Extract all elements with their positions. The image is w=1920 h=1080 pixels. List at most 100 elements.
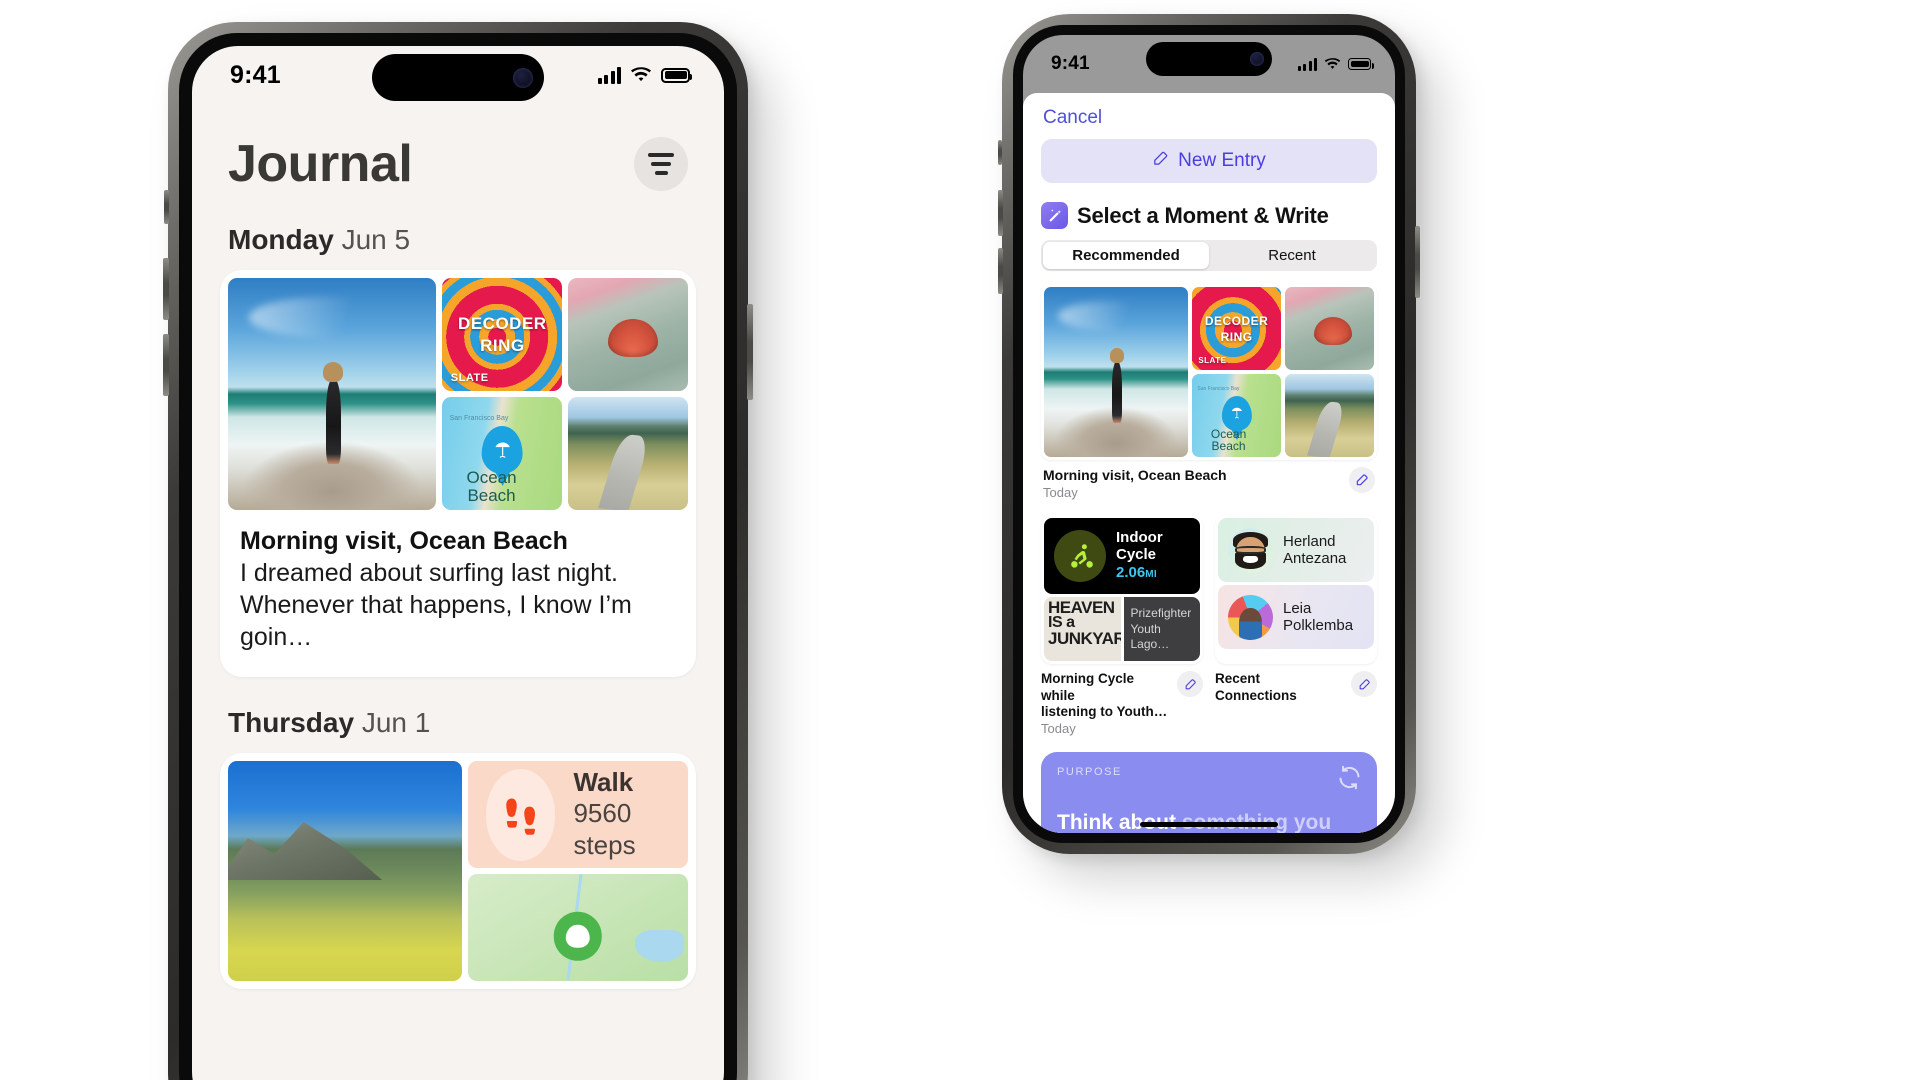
footsteps-icon <box>485 768 556 861</box>
photo-surfer-beach[interactable] <box>1044 287 1189 457</box>
battery-icon <box>1348 58 1374 70</box>
moment-card[interactable]: DECODER RING SLATE San Francisco Bay Oce… <box>1041 284 1377 502</box>
phone1-screen: 9:41 Journal Monday Jun 5 DECODER RING S… <box>192 46 724 1080</box>
moment-caption-text: Morning visit, Ocean Beach Today <box>1043 467 1227 501</box>
phone-device-new-entry: 9:41 Cancel New Entry Select a Moment & … <box>998 14 1420 854</box>
photo-surfer-beach[interactable] <box>228 278 437 510</box>
volume-up-button[interactable] <box>163 258 169 320</box>
journal-entry-card[interactable]: DECODER RING SLATE San Francisco Bay Oce… <box>220 270 696 678</box>
book-cover: HEAVEN IS a JUNKYARD <box>1044 597 1121 662</box>
map-label-line2: Beach <box>1211 439 1246 454</box>
contact-row[interactable]: Herland Antezana <box>1218 518 1374 583</box>
phone2-screen: 9:41 Cancel New Entry Select a Moment & … <box>1023 35 1395 833</box>
filter-icon[interactable] <box>634 137 688 191</box>
podcast-artwork-decoder-ring[interactable]: DECODER RING SLATE <box>1192 287 1282 370</box>
segmented-control: Recommended Recent <box>1041 240 1377 271</box>
journal-entry-card[interactable]: Walk 9560 steps <box>220 753 696 990</box>
battery-icon <box>661 67 692 83</box>
volume-up-button[interactable] <box>998 190 1003 236</box>
suggestion-cards-row: Indoor Cycle 2.06MI HEAVEN IS a JUNKYARD <box>1041 515 1377 665</box>
entry-side-stack: Walk 9560 steps <box>467 761 688 982</box>
select-moment-section-header: Select a Moment & Write <box>1041 202 1377 229</box>
section-title: Select a Moment & Write <box>1077 202 1329 228</box>
volume-down-button[interactable] <box>163 334 169 396</box>
workout-book-card[interactable]: Indoor Cycle 2.06MI HEAVEN IS a JUNKYARD <box>1041 515 1203 665</box>
book-widget: HEAVEN IS a JUNKYARD Prizefighter Youth … <box>1044 597 1200 662</box>
map-ocean-beach[interactable]: San Francisco Bay Ocean Beach <box>1192 374 1282 457</box>
book-meta: Prizefighter Youth Lago… <box>1123 597 1200 662</box>
silent-switch[interactable] <box>164 190 169 224</box>
caption-title-line2: listening to Youth… <box>1041 704 1168 720</box>
dynamic-island <box>372 54 544 101</box>
walk-text: Walk 9560 steps <box>573 768 670 862</box>
podcast-artwork-decoder-ring[interactable]: DECODER RING SLATE <box>442 278 563 391</box>
workout-widget: Indoor Cycle 2.06MI <box>1044 518 1200 595</box>
podcast-title-line2: RING <box>1220 329 1253 344</box>
entry-body-line2: Whenever that happens, I know I’m goin… <box>240 591 632 652</box>
cancel-button[interactable]: Cancel <box>1041 93 1377 139</box>
caption-cell: Morning Cycle while listening to Youth… … <box>1041 671 1203 737</box>
date-header-thursday: Thursday Jun 1 <box>192 677 724 753</box>
contact-name: Leia Polklemba <box>1283 600 1353 635</box>
moment-caption: Morning visit, Ocean Beach Today <box>1041 460 1377 501</box>
purpose-prompt-card[interactable]: PURPOSE Think about something you love t… <box>1041 751 1377 833</box>
silent-switch[interactable] <box>998 140 1002 165</box>
tab-recent[interactable]: Recent <box>1209 242 1375 269</box>
new-entry-button[interactable]: New Entry <box>1041 139 1377 183</box>
workout-distance-unit: MI <box>1145 569 1158 581</box>
beach-umbrella-icon <box>1221 395 1252 432</box>
compose-icon[interactable] <box>1349 467 1375 493</box>
caption-title-line2: Connections <box>1215 687 1297 703</box>
date-header-monday: Monday Jun 5 <box>192 194 724 270</box>
photo-coastal-road[interactable] <box>568 397 688 510</box>
photo-coastal-road[interactable] <box>1285 374 1374 457</box>
cellular-bars-icon <box>597 66 621 84</box>
recent-connections-card[interactable]: Herland Antezana Leia Polklemba <box>1215 515 1377 665</box>
entry-title: Morning visit, Ocean Beach <box>240 527 568 555</box>
map-label-line2: Beach <box>467 485 516 505</box>
caption-cell: Recent Connections <box>1215 671 1377 737</box>
entry-media-grid: Walk 9560 steps <box>228 761 688 982</box>
tab-recommended[interactable]: Recommended <box>1043 242 1209 269</box>
power-button[interactable] <box>1415 226 1420 298</box>
photo-mountain-meadow[interactable] <box>228 761 462 982</box>
workout-name-line2: Cycle <box>1116 545 1157 563</box>
contact-name: Herland Antezana <box>1283 533 1346 568</box>
purpose-label: PURPOSE <box>1057 765 1122 778</box>
power-button[interactable] <box>747 304 753 400</box>
podcast-title-line1: DECODER <box>458 313 547 333</box>
map-sublabel: San Francisco Bay <box>1197 386 1240 393</box>
status-time: 9:41 <box>230 60 281 89</box>
caption-title-line1: Recent <box>1215 671 1261 687</box>
walk-value: 9560 steps <box>573 797 636 861</box>
book-title-line3: JUNKYARD <box>1048 628 1121 648</box>
moment-media-grid: DECODER RING SLATE San Francisco Bay Oce… <box>1041 284 1377 460</box>
memoji-avatar <box>1228 527 1273 573</box>
photo-seashell[interactable] <box>1285 287 1374 370</box>
compose-icon[interactable] <box>1351 671 1377 698</box>
caption-text: Morning Cycle while listening to Youth… … <box>1041 671 1171 737</box>
status-time: 9:41 <box>1051 53 1090 74</box>
book-meta-line1: Prizefighter <box>1130 606 1192 621</box>
entry-text-block: Morning visit, Ocean Beach I dreamed abo… <box>228 510 688 669</box>
volume-down-button[interactable] <box>998 248 1003 294</box>
map-ocean-beach[interactable]: San Francisco Bay Ocean Beach <box>442 397 563 510</box>
magic-wand-icon <box>1041 202 1068 229</box>
new-entry-sheet: Cancel New Entry Select a Moment & Write… <box>1023 93 1395 833</box>
photo-seashell[interactable] <box>568 278 688 391</box>
map-route-green[interactable] <box>467 874 688 982</box>
phone1-bezel: 9:41 Journal Monday Jun 5 DECODER RING S… <box>179 33 737 1080</box>
workout-text: Indoor Cycle 2.06MI <box>1116 528 1163 583</box>
day-name: Thursday <box>228 707 355 739</box>
refresh-icon[interactable] <box>1336 764 1363 796</box>
front-camera-icon <box>513 67 533 88</box>
walk-activity-card[interactable]: Walk 9560 steps <box>467 761 688 869</box>
suggestion-captions-row: Morning Cycle while listening to Youth… … <box>1041 671 1377 737</box>
compose-icon[interactable] <box>1177 671 1203 698</box>
home-indicator[interactable] <box>1140 822 1278 827</box>
page-title: Journal <box>228 135 413 193</box>
contact-row[interactable]: Leia Polklemba <box>1218 585 1374 650</box>
wifi-icon <box>1324 57 1341 71</box>
workout-name-line1: Indoor <box>1116 528 1163 546</box>
podcast-title-line2: RING <box>480 335 525 355</box>
